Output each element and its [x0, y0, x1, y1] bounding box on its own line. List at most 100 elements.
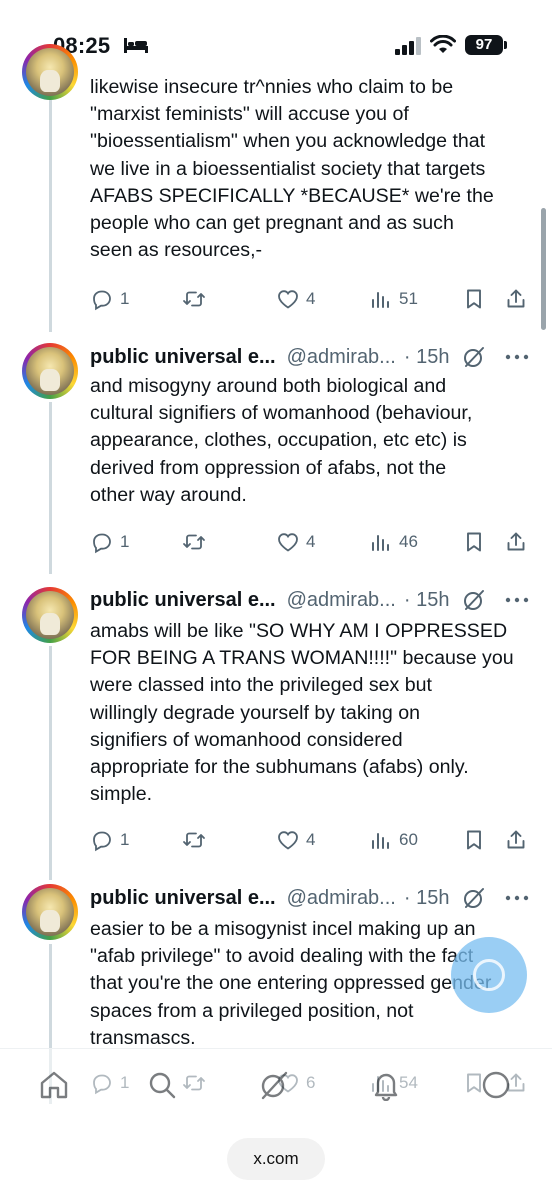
share-button[interactable]: [504, 284, 528, 314]
tweet-time[interactable]: · 15h: [404, 887, 450, 910]
bookmark-button[interactable]: [462, 825, 486, 855]
battery-indicator: 97: [465, 35, 503, 55]
tweet-actions: 1 4 51: [90, 284, 530, 314]
like-count: 4: [306, 532, 316, 551]
tweet-actions: 1 4 46: [90, 527, 530, 557]
tweet-line: signifiers of womanhood considered: [90, 728, 403, 751]
reply-button[interactable]: 1: [90, 527, 129, 557]
compose-button[interactable]: [451, 937, 527, 1013]
reply-count: 1: [120, 532, 130, 551]
thread-line: [49, 70, 52, 332]
reply-button[interactable]: 1: [90, 825, 129, 855]
avatar[interactable]: [22, 44, 78, 100]
thread-line: [49, 646, 52, 880]
search-icon[interactable]: [146, 1069, 178, 1101]
like-count: 4: [306, 289, 316, 308]
tweet-actions: 1 4 60: [90, 825, 530, 855]
bookmark-icon: [467, 830, 481, 850]
tweet-line: people who can get pregnant and as such: [90, 212, 454, 235]
more-icon[interactable]: [504, 345, 530, 369]
grok-icon[interactable]: [462, 345, 486, 369]
heart-icon: [278, 290, 298, 309]
tweet-line: simple.: [90, 783, 153, 806]
reply-count: 1: [120, 830, 130, 849]
browser-url[interactable]: x.com: [227, 1138, 325, 1180]
tweet-text: amabs will be like "SO WHY AM I OPPRESSE…: [90, 618, 530, 808]
wifi-icon: [430, 35, 456, 53]
tweet-line: were classed into the privileged sex but: [90, 674, 432, 697]
views-button[interactable]: 51: [369, 284, 418, 314]
avatar[interactable]: [22, 343, 78, 399]
tweet-line: we live in a bioessentialist society tha…: [90, 157, 486, 180]
author-handle[interactable]: @admirab...: [287, 346, 396, 369]
views-count: 60: [399, 830, 418, 849]
tweet-line: derived from oppression of afabs, not th…: [90, 456, 447, 479]
tweet-header: public universal e... @admirab... · 15h: [90, 343, 534, 371]
retweet-button[interactable]: [182, 284, 212, 314]
like-button[interactable]: 4: [276, 284, 315, 314]
more-icon[interactable]: [504, 588, 530, 612]
tweet-line: FOR BEING A TRANS WOMAN!!!!" because you: [90, 647, 514, 670]
bookmark-button[interactable]: [462, 284, 486, 314]
author-handle[interactable]: @admirab...: [287, 887, 396, 910]
tweet-time[interactable]: · 15h: [404, 589, 450, 612]
signal-icon: [395, 37, 421, 55]
grok-icon[interactable]: [462, 886, 486, 910]
like-button[interactable]: 4: [276, 825, 315, 855]
loading-spinner-icon: [473, 959, 505, 991]
retweet-icon: [183, 832, 205, 848]
battery-tip: [504, 41, 507, 49]
tweet-line: amabs will be like "SO WHY AM I OPPRESSE…: [90, 620, 508, 642]
retweet-button[interactable]: [182, 527, 212, 557]
tweet-line: willingly degrade yourself by taking on: [90, 701, 421, 724]
like-button[interactable]: 4: [276, 527, 315, 557]
tweet-line: "bioessentialism" when you acknowledge t…: [90, 130, 486, 153]
tweet-line: "marxist feminists" will accuse you of: [90, 103, 409, 126]
reply-icon: [93, 831, 111, 852]
views-button[interactable]: 46: [369, 527, 418, 557]
views-icon: [372, 833, 389, 849]
like-count: 4: [306, 830, 316, 849]
tweet-line: seen as resources,-: [90, 239, 263, 262]
tweet-line: easier to be a misogynist incel making u…: [90, 918, 476, 940]
author-name[interactable]: public universal e...: [90, 346, 276, 369]
views-icon: [372, 292, 389, 308]
tweet-line: AFABS SPECIFICALLY *BECAUSE* we're the: [90, 184, 494, 207]
avatar[interactable]: [22, 884, 78, 940]
home-icon[interactable]: [38, 1069, 70, 1101]
bookmark-button[interactable]: [462, 527, 486, 557]
author-name[interactable]: public universal e...: [90, 887, 276, 910]
notifications-icon[interactable]: [370, 1069, 402, 1101]
reply-count: 1: [120, 289, 130, 308]
status-bar: 08:25 97: [0, 0, 552, 70]
share-button[interactable]: [504, 527, 528, 557]
grok-icon[interactable]: [462, 588, 486, 612]
more-icon[interactable]: [504, 886, 530, 910]
tweet-line: likewise insecure tr^nnies who claim to …: [90, 76, 454, 98]
messages-icon[interactable]: [480, 1069, 512, 1101]
share-button[interactable]: [504, 825, 528, 855]
tweet-line: and misogyny around both biological and: [90, 375, 447, 397]
share-icon: [507, 289, 525, 308]
retweet-button[interactable]: [182, 825, 212, 855]
thread-line: [49, 402, 52, 574]
heart-icon: [278, 831, 298, 850]
author-name[interactable]: public universal e...: [90, 589, 276, 612]
tweet-line: other way around.: [90, 483, 247, 506]
tweet-text: and misogyny around both biological and …: [90, 373, 530, 509]
views-button[interactable]: 60: [369, 825, 418, 855]
author-handle[interactable]: @admirab...: [287, 589, 396, 612]
heart-icon: [278, 533, 298, 552]
share-icon: [507, 830, 525, 849]
views-count: 51: [399, 289, 418, 308]
avatar[interactable]: [22, 587, 78, 643]
tweet-time[interactable]: · 15h: [404, 346, 450, 369]
tweet-line: appropriate for the subhumans (afabs) on…: [90, 756, 469, 779]
bookmark-icon: [467, 289, 481, 309]
grok-icon[interactable]: [258, 1069, 290, 1101]
reply-button[interactable]: 1: [90, 284, 129, 314]
views-count: 46: [399, 532, 418, 551]
reply-icon: [93, 533, 111, 554]
share-icon: [507, 532, 525, 551]
scrollbar[interactable]: [541, 208, 546, 330]
